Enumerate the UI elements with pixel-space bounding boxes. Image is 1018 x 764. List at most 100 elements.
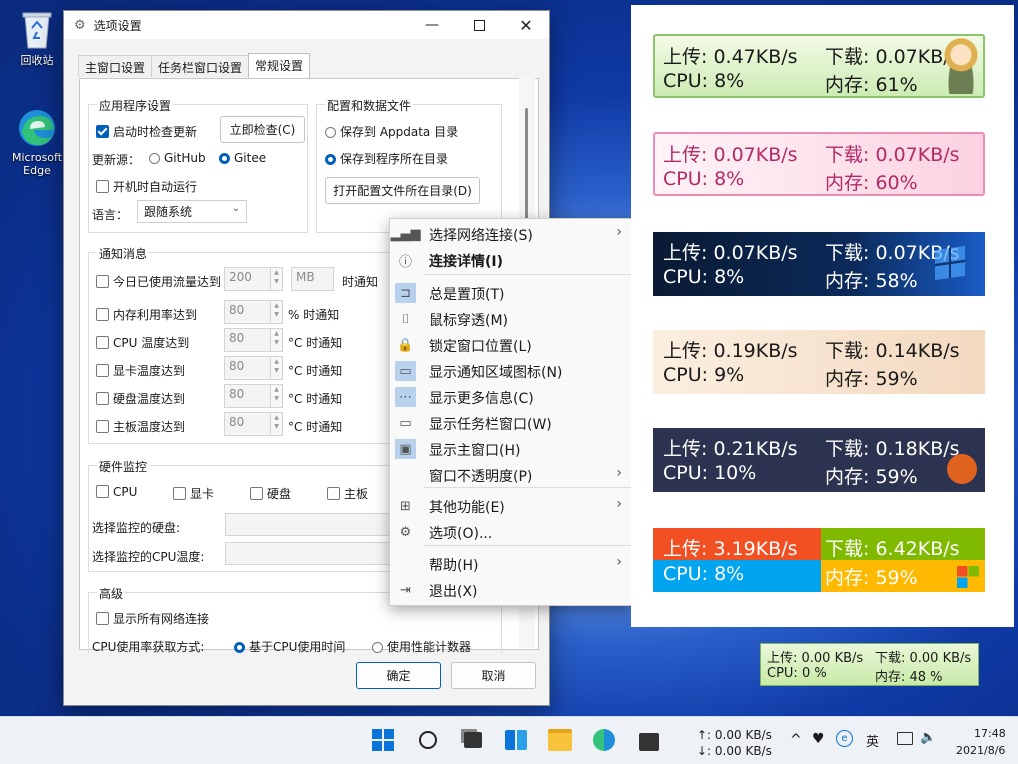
menu-item[interactable]: ⌷ 鼠标穿透(M) — [390, 306, 632, 332]
skin-1-cpu: CPU: 8% — [663, 70, 745, 92]
menu-item[interactable]: 帮助(H) › — [390, 551, 632, 577]
skin-1-down: 下载: 0.07KB/s — [825, 46, 960, 68]
gitee-radio[interactable]: Gitee — [219, 151, 266, 165]
clock-date[interactable]: 2021/8/6 — [956, 744, 1005, 757]
task-view-button[interactable] — [458, 725, 488, 755]
menu-item[interactable]: ⊞ 其他功能(E) › — [390, 493, 632, 519]
skin-1-up: 上传: 0.47KB/s — [663, 46, 798, 68]
edge-taskbar-button[interactable] — [589, 725, 619, 755]
edge-icon — [16, 107, 58, 149]
file-explorer-button[interactable] — [545, 725, 575, 755]
tab-general[interactable]: 常规设置 — [248, 53, 311, 79]
activity-icon[interactable]: ♥ — [812, 731, 825, 747]
menu-item[interactable]: ⚙ 选项(O)... — [390, 519, 632, 545]
notify-item-checkbox[interactable]: CPU 温度达到 — [96, 334, 189, 351]
sel-cpu-temp-select[interactable] — [225, 542, 395, 565]
tab-taskbar-window[interactable]: 任务栏窗口设置 — [151, 55, 250, 77]
save-appdata-radio[interactable]: 保存到 Appdata 目录 — [325, 123, 458, 140]
signal-bars-icon: ▂▄▆ — [390, 226, 421, 242]
skin-6-up: 上传: 3.19KB/s — [663, 538, 798, 560]
skin-2: 上传: 0.07KB/s 下载: 0.07KB/s CPU: 8% 内存: 60… — [653, 132, 985, 196]
check-now-button[interactable]: 立即检查(C) — [220, 116, 305, 143]
windows-start-icon — [372, 729, 394, 751]
dialog-titlebar[interactable]: ⚙ 选项设置 — ✕ — [64, 11, 549, 39]
cpu-by-counter-radio[interactable]: 使用性能计数器 — [372, 638, 471, 655]
open-config-dir-button[interactable]: 打开配置文件所在目录(D) — [325, 177, 480, 204]
desktop-icon-recycle-bin[interactable]: 回收站 — [5, 8, 69, 68]
notify-item-input[interactable]: 80 — [224, 356, 271, 380]
hw-gpu-checkbox[interactable]: 显卡 — [173, 485, 214, 502]
menu-item[interactable]: ⇥ 退出(X) — [390, 577, 632, 603]
traffic-mini-widget[interactable]: 上传: 0.00 KB/s 下载: 0.00 KB/s CPU: 0 % 内存:… — [760, 643, 979, 686]
menu-item[interactable]: ▭ 显示通知区域图标(N) — [390, 358, 632, 384]
store-button[interactable] — [634, 725, 664, 755]
sel-disk-select[interactable] — [225, 513, 395, 536]
notify-item-checkbox[interactable]: 硬盘温度达到 — [96, 390, 185, 407]
save-program-radio[interactable]: 保存到程序所在目录 — [325, 150, 448, 167]
hw-disk-checkbox[interactable]: 硬盘 — [250, 485, 291, 502]
start-button[interactable] — [368, 725, 398, 755]
notify-item-suffix: °C 时通知 — [288, 420, 343, 434]
tab-main-window[interactable]: 主窗口设置 — [78, 55, 153, 77]
chevron-down-icon: ⌄ — [231, 203, 240, 214]
menu-item[interactable]: ▣ 显示主窗口(H) — [390, 436, 632, 462]
store-bag-icon — [639, 733, 659, 751]
notify-item-spinner[interactable]: ▲ ▼ — [271, 300, 283, 324]
notify-item-spinner[interactable]: ▲ ▼ — [271, 328, 283, 352]
volume-icon[interactable]: 🔈 — [920, 730, 936, 745]
mini-cpu: CPU: 0 % — [767, 666, 827, 681]
autorun-checkbox[interactable]: 开机时自动运行 — [96, 178, 197, 195]
hw-board-checkbox[interactable]: 主板 — [327, 485, 368, 502]
skin-6-down: 下载: 6.42KB/s — [825, 538, 960, 560]
ime-language-indicator[interactable]: 英 — [866, 731, 879, 750]
menu-item[interactable]: ▭ 显示任务栏窗口(W) — [390, 410, 632, 436]
skin-2-cpu: CPU: 8% — [663, 168, 745, 190]
skin-1-mem: 内存: 61% — [825, 74, 918, 96]
ime-e-icon[interactable]: e — [836, 730, 853, 747]
github-radio[interactable]: GitHub — [149, 151, 206, 165]
widgets-button[interactable] — [501, 725, 531, 755]
hw-cpu-checkbox[interactable]: CPU — [96, 485, 137, 499]
skin-4-cpu: CPU: 9% — [663, 364, 745, 386]
traffic-unit-select[interactable]: MB — [291, 267, 334, 291]
notify-item-input[interactable]: 80 — [224, 328, 271, 352]
maximize-button[interactable] — [457, 11, 501, 39]
notify-item-checkbox[interactable]: 显卡温度达到 — [96, 362, 185, 379]
close-button[interactable]: ✕ — [504, 11, 548, 39]
menu-item[interactable]: 🔒 锁定窗口位置(L) — [390, 332, 632, 358]
search-button[interactable] — [413, 725, 443, 755]
language-select[interactable]: 跟随系统 ⌄ — [137, 200, 247, 223]
menu-item[interactable]: ▂▄▆ 选择网络连接(S) › — [390, 221, 632, 247]
skin-5-cpu: CPU: 10% — [663, 462, 757, 484]
desktop-icon-edge[interactable]: Microsoft Edge — [5, 107, 69, 177]
show-all-net-checkbox[interactable]: 显示所有网络连接 — [96, 610, 209, 627]
notify-item-suffix: % 时通知 — [288, 308, 340, 322]
traffic-input[interactable]: 200 — [224, 267, 271, 291]
minimize-button[interactable]: — — [410, 11, 454, 39]
notify-item-input[interactable]: 80 — [224, 412, 271, 436]
notify-item-checkbox[interactable]: 主板温度达到 — [96, 418, 185, 435]
notify-item-checkbox[interactable]: 内存利用率达到 — [96, 306, 197, 323]
notify-item-spinner[interactable]: ▲ ▼ — [271, 356, 283, 380]
clock-time[interactable]: 17:48 — [974, 727, 1006, 740]
sel-disk-label: 选择监控的硬盘: — [92, 521, 181, 535]
traffic-spinner[interactable]: ▲ ▼ — [271, 267, 283, 291]
chevron-up-icon[interactable]: ^ — [790, 732, 802, 748]
menu-item[interactable]: ⓘ 连接详情(I) — [390, 247, 632, 273]
notify-item-input[interactable]: 80 — [224, 300, 271, 324]
chevron-right-icon: › — [616, 465, 622, 481]
skin-4-down: 下载: 0.14KB/s — [825, 340, 960, 362]
traffic-checkbox[interactable]: 今日已使用流量达到 — [96, 273, 221, 290]
context-menu: ▂▄▆ 选择网络连接(S) › ⓘ 连接详情(I) ⊐ 总是置顶(T) ⌷ 鼠标穿透(M) 🔒 锁定… — [389, 218, 633, 606]
notify-item-spinner[interactable]: ▲ ▼ — [271, 412, 283, 436]
notify-item-spinner[interactable]: ▲ ▼ — [271, 384, 283, 408]
ok-button[interactable]: 确定 — [356, 662, 441, 689]
cpu-by-time-radio[interactable]: 基于CPU使用时间 — [234, 638, 345, 655]
check-updates-checkbox[interactable]: 启动时检查更新 — [96, 123, 197, 140]
network-monitor-icon[interactable] — [897, 732, 913, 745]
notify-item-input[interactable]: 80 — [224, 384, 271, 408]
cancel-button[interactable]: 取消 — [451, 662, 536, 689]
menu-item[interactable]: ⋯ 显示更多信息(C) — [390, 384, 632, 410]
menu-item[interactable]: 窗口不透明度(P) › — [390, 462, 632, 488]
menu-item[interactable]: ⊐ 总是置顶(T) — [390, 280, 632, 306]
